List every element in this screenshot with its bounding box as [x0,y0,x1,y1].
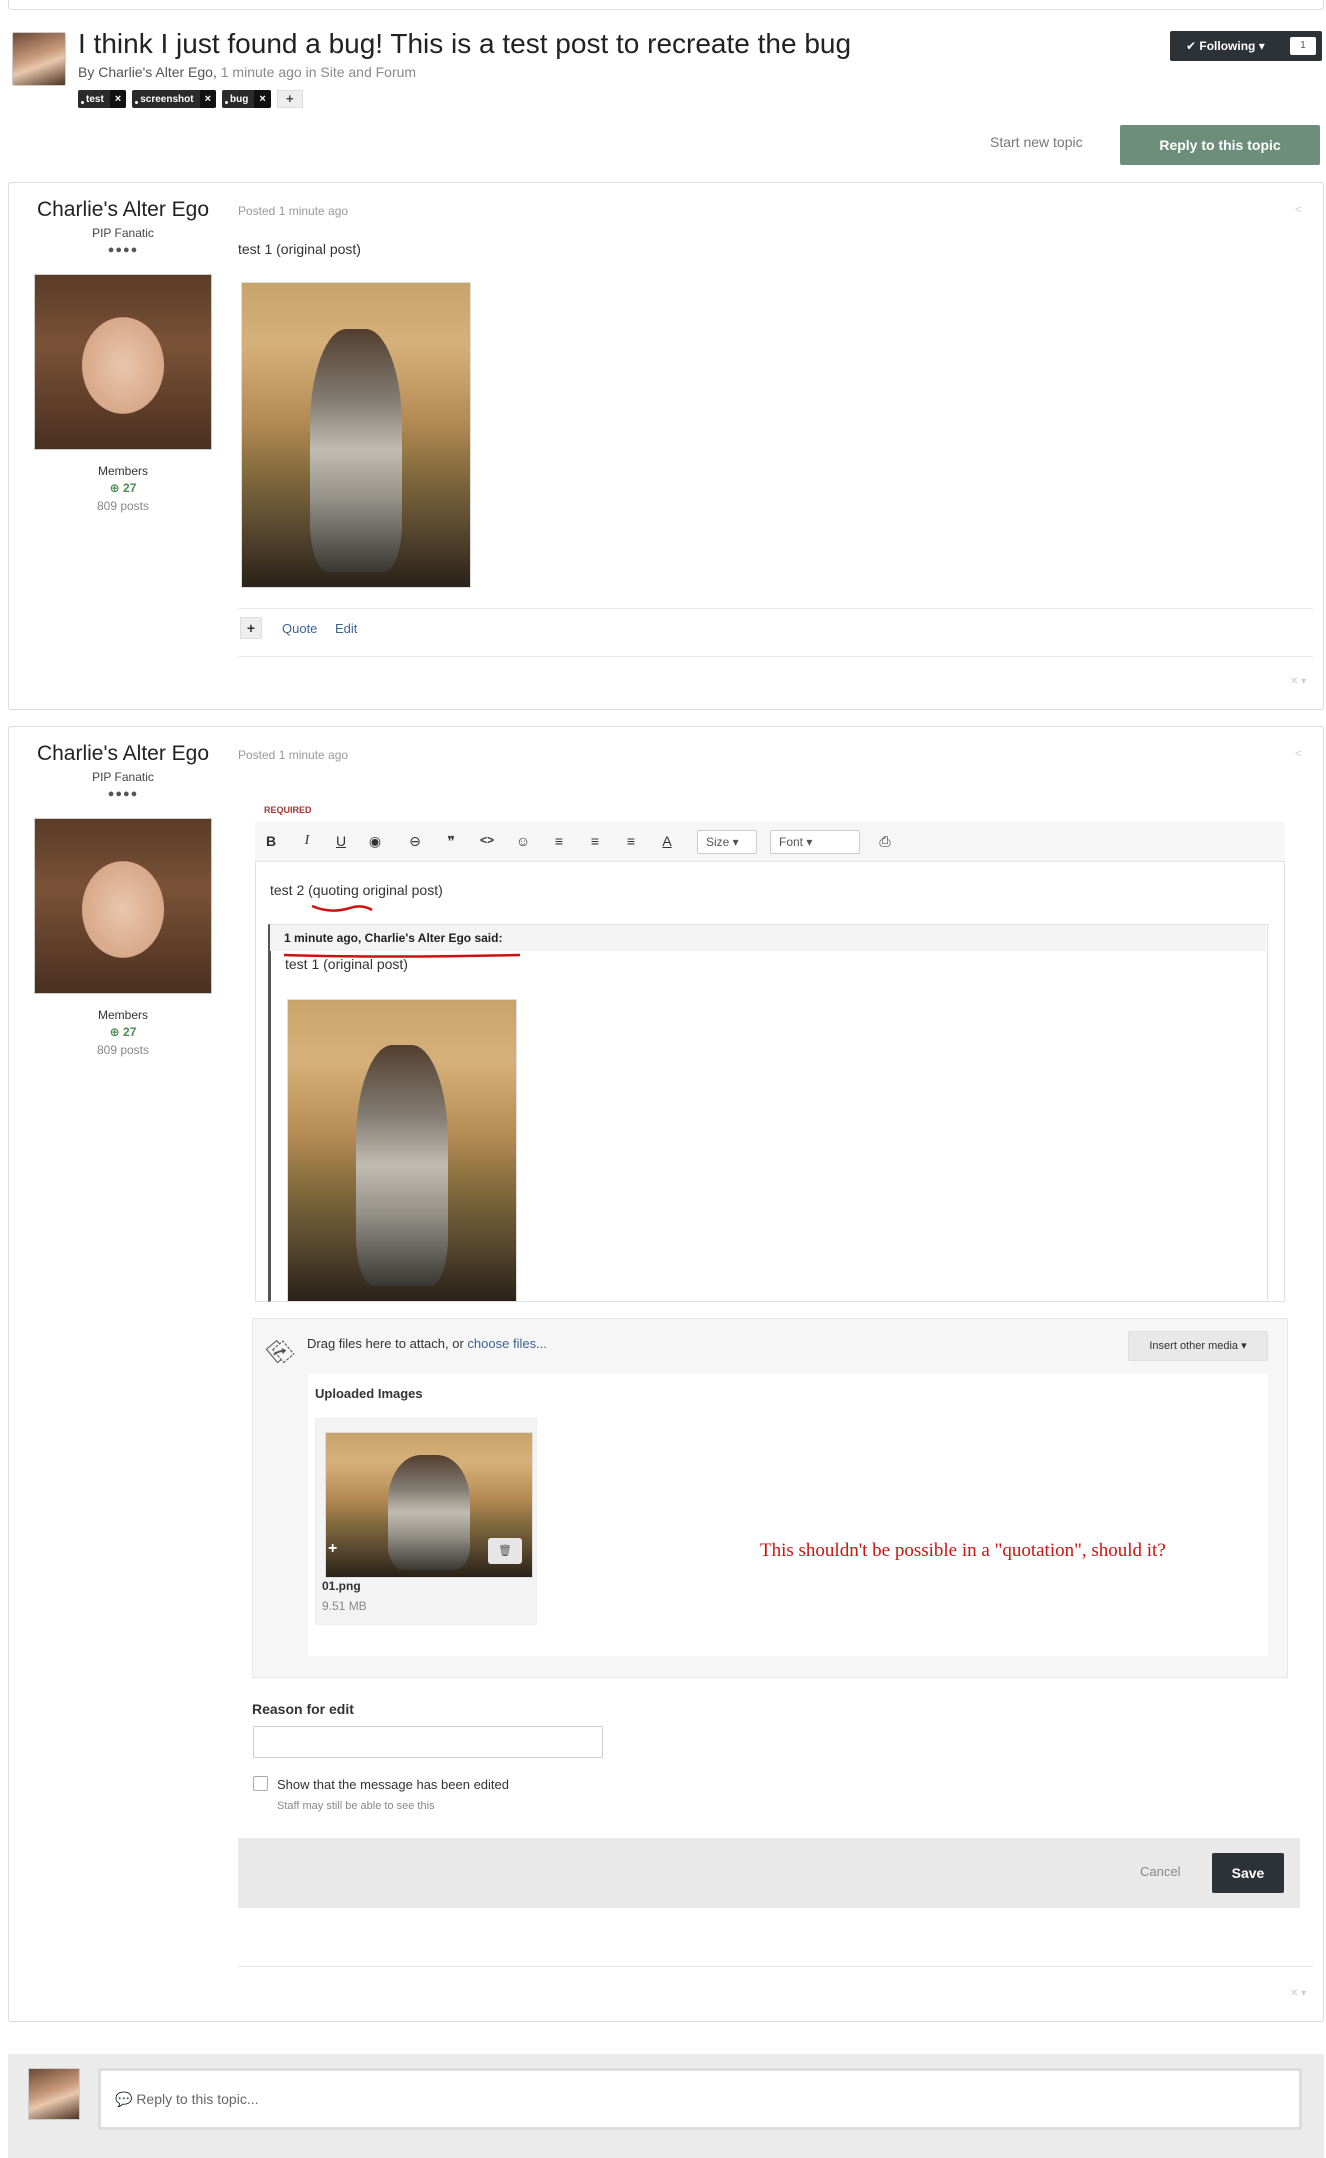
drag-text: Drag files here to attach, or [307,1336,468,1351]
staff-note: Staff may still be able to see this [277,1800,435,1812]
cancel-button[interactable]: Cancel [1140,1864,1180,1879]
insert-media-button[interactable]: Insert other media ▾ [1128,1331,1268,1361]
reason-input[interactable] [253,1726,603,1758]
choose-files-link[interactable]: choose files... [467,1336,547,1351]
reason-label: Reason for edit [252,1701,354,1717]
divider [238,1966,1313,1967]
file-name: 01.png [322,1579,361,1593]
show-edited-checkbox[interactable] [253,1776,268,1791]
delete-image-icon[interactable]: 🗑 [488,1538,522,1564]
user-avatar[interactable] [28,2068,80,2120]
image-figure [387,1454,471,1570]
underline-citation [283,953,521,958]
insert-image-icon[interactable]: + [328,1540,337,1558]
file-size: 9.51 MB [322,1599,367,1613]
drag-files-text: Drag files here to attach, or choose fil… [307,1336,547,1351]
annotation-markup [283,904,749,1602]
annotation-text: This shouldn't be possible in a "quotati… [760,1540,1166,1561]
moderation-icon[interactable]: ✕ ▾ [1290,1988,1306,1999]
show-edited-label[interactable]: Show that the message has been edited [277,1777,509,1792]
reply-input[interactable]: 💬 Reply to this topic... [98,2068,1302,2130]
underline-quoting [311,904,373,912]
save-button[interactable]: Save [1212,1853,1284,1893]
uploaded-images-title: Uploaded Images [315,1386,423,1401]
